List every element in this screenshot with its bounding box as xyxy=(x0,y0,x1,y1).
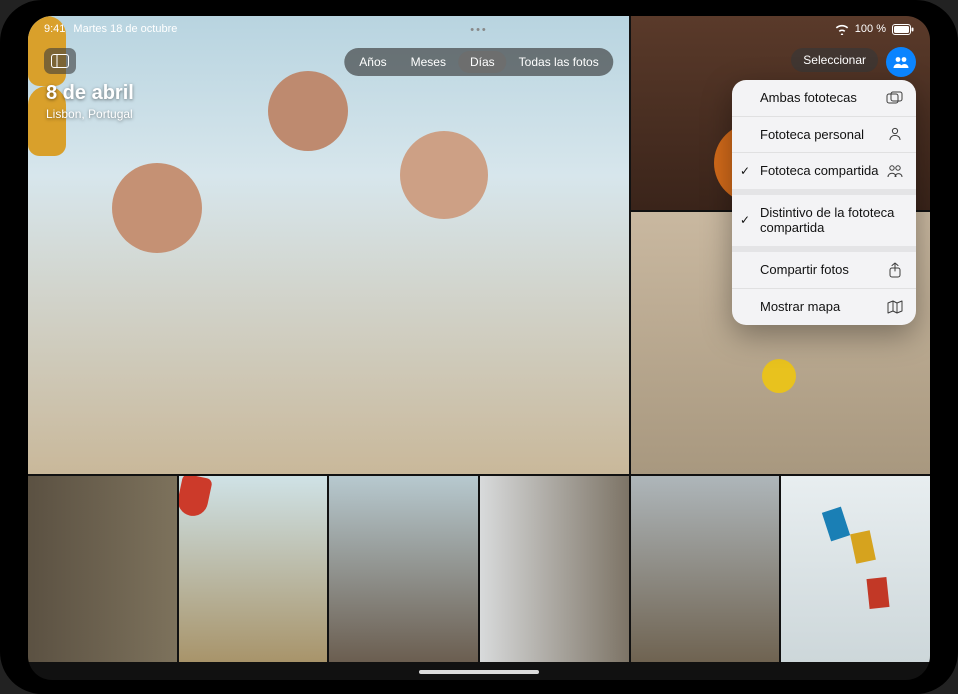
seg-months[interactable]: Meses xyxy=(399,51,458,73)
home-indicator[interactable] xyxy=(419,670,539,674)
menu-item-both-libraries[interactable]: Ambas fototecas xyxy=(732,80,916,116)
menu-item-shared-badge-toggle[interactable]: ✓ Distintivo de la fototeca compartida xyxy=(732,195,916,246)
map-icon xyxy=(886,300,904,314)
menu-item-shared-library[interactable]: ✓ Fototeca compartida xyxy=(732,152,916,189)
share-icon xyxy=(886,262,904,278)
status-time: 9:41 xyxy=(44,23,65,35)
view-segmented-control[interactable]: Años Meses Días Todas las fotos xyxy=(344,48,613,76)
menu-item-personal-library[interactable]: Fototeca personal xyxy=(732,116,916,153)
person-icon xyxy=(886,127,904,141)
photo-tile[interactable] xyxy=(329,476,478,662)
menu-item-share-photos[interactable]: Compartir fotos xyxy=(732,252,916,288)
people-icon xyxy=(886,164,904,178)
wifi-icon xyxy=(835,24,849,35)
seg-days[interactable]: Días xyxy=(458,51,507,73)
battery-text: 100 % xyxy=(855,23,886,35)
menu-item-show-map[interactable]: Mostrar mapa xyxy=(732,288,916,325)
library-filter-menu: Ambas fototecas Fototeca personal ✓ Foto… xyxy=(732,80,916,325)
photo-tile[interactable] xyxy=(781,476,930,662)
status-bar: 9:41 Martes 18 de octubre ••• 100 % xyxy=(28,16,930,38)
day-location: Lisbon, Portugal xyxy=(46,107,134,121)
checkmark-icon: ✓ xyxy=(740,213,750,227)
seg-years[interactable]: Años xyxy=(347,51,398,73)
screen: 9:41 Martes 18 de octubre ••• 100 % xyxy=(28,16,930,680)
battery-icon xyxy=(892,24,914,35)
day-date: 8 de abril xyxy=(46,82,134,105)
library-filter-button[interactable] xyxy=(886,47,916,77)
photo-tile[interactable] xyxy=(28,476,177,662)
sidebar-toggle-button[interactable] xyxy=(44,48,76,74)
multitask-dots[interactable]: ••• xyxy=(470,24,488,36)
status-date: Martes 18 de octubre xyxy=(73,23,177,35)
photo-tile[interactable] xyxy=(631,476,780,662)
ipad-device-frame: 9:41 Martes 18 de octubre ••• 100 % xyxy=(0,0,958,694)
day-header: 8 de abril Lisbon, Portugal xyxy=(46,82,134,121)
libraries-icon xyxy=(886,91,904,105)
select-button[interactable]: Seleccionar xyxy=(791,48,878,72)
photo-tile[interactable] xyxy=(480,476,629,662)
checkmark-icon: ✓ xyxy=(740,164,750,178)
seg-all-photos[interactable]: Todas las fotos xyxy=(507,51,611,73)
photo-tile[interactable] xyxy=(179,476,328,662)
